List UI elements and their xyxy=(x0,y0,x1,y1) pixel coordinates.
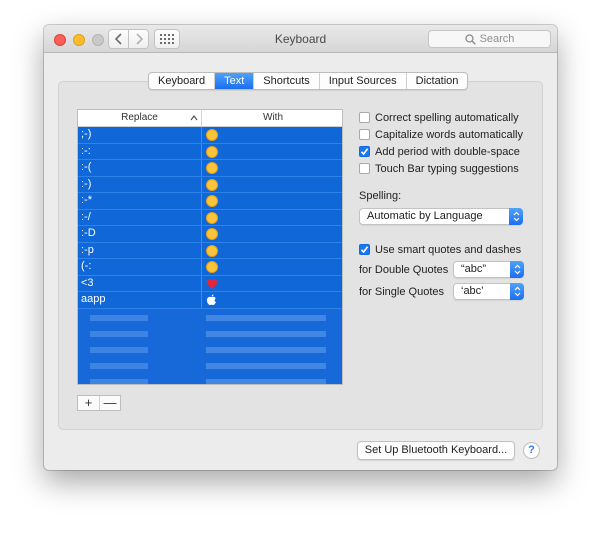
replace-cell: :-* xyxy=(78,193,202,209)
column-header-replace[interactable]: Replace xyxy=(78,110,202,126)
table-row[interactable]: :-* xyxy=(78,193,342,210)
double-quotes-value: “abc” xyxy=(461,263,487,275)
option-label: Capitalize words automatically xyxy=(375,128,523,141)
table-row[interactable]: :-: xyxy=(78,143,342,160)
search-placeholder: Search xyxy=(479,33,515,45)
single-quotes-select[interactable]: ‘abc’ xyxy=(453,283,524,300)
replace-cell: ;-) xyxy=(78,127,202,143)
checkbox-checked[interactable] xyxy=(359,146,370,157)
option-capitalize-words[interactable]: Capitalize words automatically xyxy=(359,126,529,143)
checkbox-checked[interactable] xyxy=(359,244,370,255)
updown-chevron-icon xyxy=(510,283,524,300)
confused-face-emoji-icon xyxy=(206,211,218,224)
single-quotes-label: for Single Quotes xyxy=(359,286,444,298)
tab-shortcuts[interactable]: Shortcuts xyxy=(254,73,320,89)
checkbox[interactable] xyxy=(359,163,370,174)
replace-cell: :-( xyxy=(78,160,202,176)
tongue-face-emoji-icon xyxy=(206,244,218,257)
setup-bluetooth-keyboard-button[interactable]: Set Up Bluetooth Keyboard... xyxy=(357,441,515,460)
table-row[interactable]: aapp xyxy=(78,292,342,309)
options-group: Correct spelling automatically Capitaliz… xyxy=(359,109,529,177)
checkmark-icon xyxy=(360,148,369,156)
kissing-face-emoji-icon xyxy=(206,195,218,207)
checkbox[interactable] xyxy=(359,112,370,123)
table-row[interactable]: :-( xyxy=(78,160,342,177)
replace-cell: :-p xyxy=(78,242,202,258)
table-row[interactable]: :-p xyxy=(78,242,342,259)
text-replacement-table[interactable]: Replace With ;-) :-: :-( :-) :-* :-/:-D… xyxy=(77,109,343,385)
replace-cell: aapp xyxy=(78,292,202,308)
table-row[interactable]: :-/ xyxy=(78,209,342,226)
table-row[interactable]: ;-) xyxy=(78,127,342,144)
blurred-rows xyxy=(78,308,342,384)
option-label: Use smart quotes and dashes xyxy=(375,243,522,256)
column-header-with[interactable]: With xyxy=(202,110,342,126)
sort-ascending-icon xyxy=(190,115,198,121)
option-label: Correct spelling automatically xyxy=(375,111,519,124)
search-icon xyxy=(464,33,476,45)
table-row[interactable]: :-D xyxy=(78,226,342,243)
replace-cell: :-: xyxy=(78,143,202,159)
replace-cell: :-D xyxy=(78,226,202,242)
tab-text[interactable]: Text xyxy=(215,73,255,89)
checkmark-icon xyxy=(360,246,369,254)
table-header: Replace With xyxy=(78,110,342,127)
option-label: Add period with double-space xyxy=(375,145,520,158)
updown-chevron-icon xyxy=(509,208,523,225)
table-row[interactable]: <3 xyxy=(78,275,342,292)
grinning-face-emoji-icon xyxy=(206,228,218,240)
checkbox[interactable] xyxy=(359,129,370,140)
double-quotes-select[interactable]: “abc” xyxy=(453,261,524,278)
replace-cell: :-/ xyxy=(78,209,202,225)
updown-chevron-icon xyxy=(510,261,524,278)
search-field[interactable]: Search xyxy=(428,30,551,48)
tab-dictation[interactable]: Dictation xyxy=(407,73,468,89)
tab-keyboard[interactable]: Keyboard xyxy=(149,73,216,89)
option-smart-quotes[interactable]: Use smart quotes and dashes xyxy=(359,241,521,258)
spelling-language-select[interactable]: Automatic by Language xyxy=(359,208,523,225)
spelling-label: Spelling: xyxy=(359,190,402,202)
upside-down-face-emoji-icon xyxy=(206,261,218,273)
replace-cell: :-) xyxy=(78,176,202,192)
add-button[interactable]: + xyxy=(78,396,99,410)
relieved-face-emoji-icon xyxy=(206,145,218,158)
replace-cell: <3 xyxy=(78,275,202,291)
winking-face-emoji-icon xyxy=(206,129,218,141)
tab-input-sources[interactable]: Input Sources xyxy=(320,73,407,89)
option-add-period[interactable]: Add period with double-space xyxy=(359,143,529,160)
table-row[interactable]: (-: xyxy=(78,259,342,276)
remove-button[interactable]: — xyxy=(99,396,120,410)
option-label: Touch Bar typing suggestions xyxy=(375,162,519,175)
smiling-face-emoji-icon xyxy=(206,178,218,191)
red-heart-emoji-icon xyxy=(206,278,218,290)
disappointed-face-emoji-icon xyxy=(206,162,218,174)
table-row[interactable]: :-) xyxy=(78,176,342,193)
replace-cell: (-: xyxy=(78,259,202,275)
title-bar: Keyboard Search xyxy=(44,25,557,53)
spelling-value: Automatic by Language xyxy=(367,210,483,222)
single-quotes-value: ‘abc’ xyxy=(461,285,484,297)
help-button[interactable]: ? xyxy=(523,442,540,459)
keyboard-preferences-window: Keyboard Search Keyboard Text Shortcuts … xyxy=(44,25,557,470)
option-touch-bar-suggestions[interactable]: Touch Bar typing suggestions xyxy=(359,160,529,177)
option-correct-spelling[interactable]: Correct spelling automatically xyxy=(359,109,529,126)
add-remove-control: + — xyxy=(77,395,121,411)
tab-bar: Keyboard Text Shortcuts Input Sources Di… xyxy=(148,72,469,90)
double-quotes-label: for Double Quotes xyxy=(359,264,449,276)
apple-logo-icon xyxy=(206,294,218,306)
